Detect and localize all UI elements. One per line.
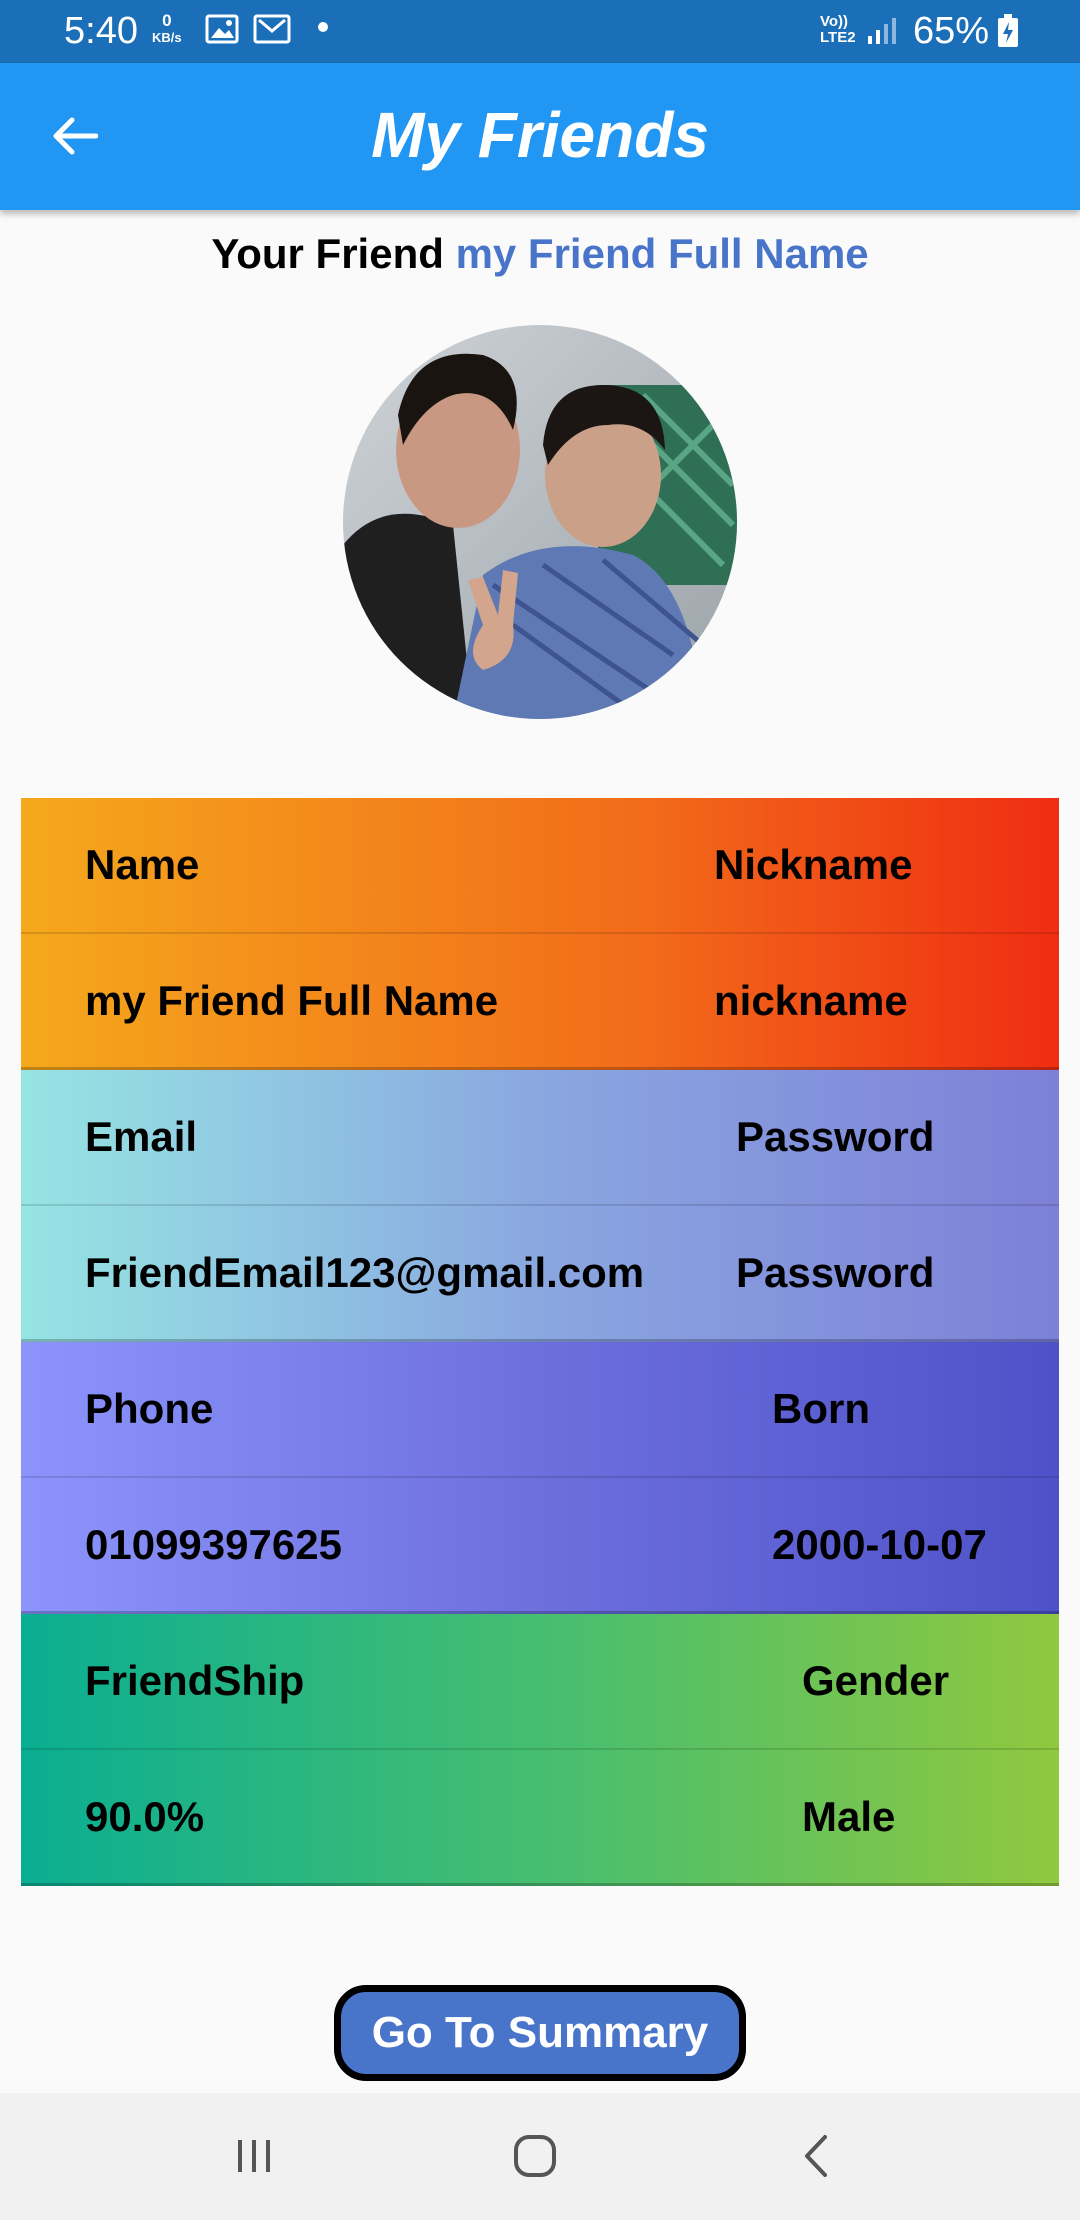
home-icon <box>512 2133 558 2184</box>
heading-friend-name: my Friend Full Name <box>455 230 869 277</box>
chevron-left-icon <box>801 2133 831 2184</box>
page-title: My Friends <box>371 99 709 171</box>
net-speed-unit: KB/s <box>152 30 182 45</box>
label-nickname: Nickname <box>714 841 913 888</box>
table-row-header: FriendShip Gender <box>21 1614 1059 1750</box>
table-row-value: my Friend Full Name nickname <box>21 934 1059 1070</box>
go-to-summary-button[interactable]: Go To Summary <box>334 1985 746 2081</box>
friend-heading: Your Friend my Friend Full Name <box>0 230 1080 278</box>
value-gender: Male <box>802 1792 896 1840</box>
label-friendship: FriendShip <box>85 1657 305 1704</box>
table-row-value: FriendEmail123@gmail.com Password <box>21 1206 1059 1342</box>
label-phone: Phone <box>85 1385 214 1432</box>
label-password: Password <box>736 1113 935 1160</box>
gmail-icon <box>253 14 291 49</box>
info-group-name: Name Nickname my Friend Full Name nickna… <box>21 798 1059 1070</box>
label-email: Email <box>85 1113 198 1160</box>
battery-percent: 65% <box>913 10 990 52</box>
signal-strength-icon <box>866 16 896 51</box>
label-name: Name <box>85 841 200 888</box>
value-email: FriendEmail123@gmail.com <box>85 1248 645 1296</box>
label-gender: Gender <box>802 1657 950 1704</box>
nav-recents-button[interactable] <box>214 2123 294 2193</box>
battery-charging-icon <box>997 14 1019 53</box>
value-password: Password <box>736 1248 935 1296</box>
info-group-phone: Phone Born 01099397625 2000-10-07 <box>21 1342 1059 1614</box>
value-born: 2000-10-07 <box>772 1520 987 1568</box>
app-bar: My Friends <box>0 63 1080 210</box>
table-row-value: 90.0% Male <box>21 1750 1059 1886</box>
info-group-friendship: FriendShip Gender 90.0% Male <box>21 1614 1059 1886</box>
table-row-header: Phone Born <box>21 1342 1059 1478</box>
nav-back-button[interactable] <box>776 2123 856 2193</box>
friend-avatar <box>343 325 737 719</box>
heading-prefix: Your Friend <box>211 230 444 277</box>
value-name: my Friend Full Name <box>85 976 499 1024</box>
network-type-indicator: Vo)) LTE2 <box>820 14 856 46</box>
label-born: Born <box>772 1385 870 1432</box>
value-phone: 01099397625 <box>85 1520 342 1568</box>
net-speed-indicator: 0 KB/s <box>152 12 182 46</box>
nav-home-button[interactable] <box>495 2123 575 2193</box>
table-row-header: Name Nickname <box>21 798 1059 934</box>
table-row-header: Email Password <box>21 1070 1059 1206</box>
status-time: 5:40 <box>64 10 138 52</box>
value-friendship: 90.0% <box>85 1792 205 1840</box>
table-row-value: 01099397625 2000-10-07 <box>21 1478 1059 1614</box>
info-group-email: Email Password FriendEmail123@gmail.com … <box>21 1070 1059 1342</box>
recents-icon <box>232 2136 276 2181</box>
net-speed-value: 0 <box>162 11 172 30</box>
lte-label: LTE2 <box>820 29 856 46</box>
notification-dot-icon <box>318 22 328 32</box>
volte-label: Vo)) <box>820 13 849 30</box>
status-bar: 5:40 0 KB/s Vo)) LTE2 65% <box>0 0 1080 63</box>
friend-info-table: Name Nickname my Friend Full Name nickna… <box>21 798 1059 1886</box>
system-nav-bar <box>0 2093 1080 2220</box>
gallery-icon <box>205 14 239 49</box>
value-nickname: nickname <box>714 976 908 1024</box>
